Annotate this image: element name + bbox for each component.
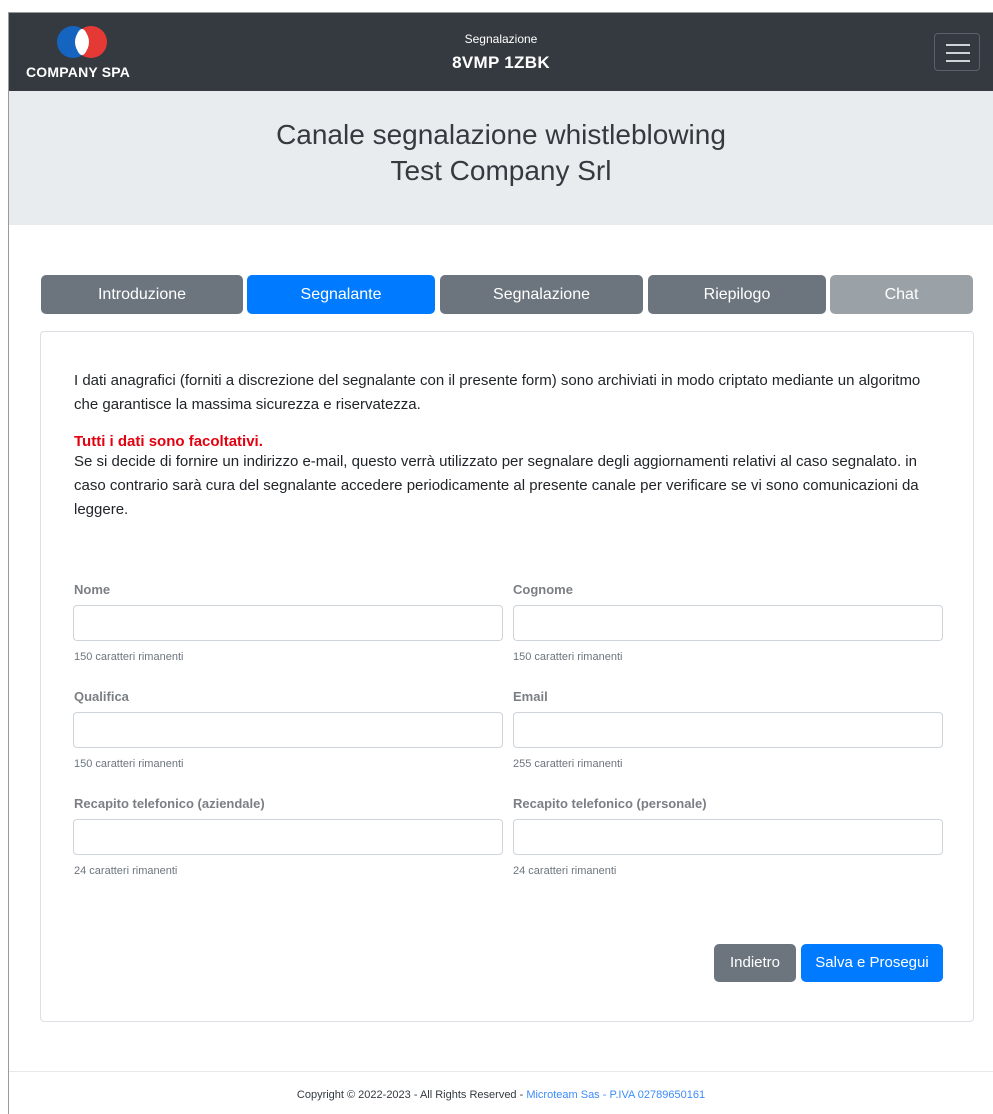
nome-input[interactable] (73, 605, 503, 641)
qualifica-label: Qualifica (74, 689, 129, 704)
form-card: I dati anagrafici (forniti a discrezione… (40, 331, 974, 1022)
hamburger-bar (946, 52, 970, 54)
nome-label: Nome (74, 582, 111, 597)
footer-divider (9, 1071, 993, 1072)
cognome-hint: 150 caratteri rimanenti (513, 651, 623, 663)
nome-hint: 150 caratteri rimanenti (74, 651, 184, 663)
tab-segnalazione[interactable]: Segnalazione (440, 275, 643, 314)
cognome-input[interactable] (513, 605, 943, 641)
tel-aziendale-input[interactable] (73, 819, 503, 855)
footer: Copyright © 2022-2023 - All Rights Reser… (9, 1089, 993, 1101)
cognome-label: Cognome (513, 582, 573, 597)
email-input[interactable] (513, 712, 943, 748)
qualifica-input[interactable] (73, 712, 503, 748)
hamburger-bar (946, 60, 970, 62)
tel-personale-input[interactable] (513, 819, 943, 855)
email-hint: 255 caratteri rimanenti (513, 758, 623, 770)
tel-personale-label: Recapito telefonico (personale) (513, 796, 707, 811)
tel-aziendale-label: Recapito telefonico (aziendale) (74, 796, 265, 811)
case-code: 8VMP 1ZBK (452, 53, 550, 72)
tab-segnalante[interactable]: Segnalante (247, 275, 435, 314)
email-label: Email (513, 689, 548, 704)
tab-riepilogo[interactable]: Riepilogo (648, 275, 826, 314)
hero-company: Test Company Srl (390, 155, 612, 186)
tel-personale-hint: 24 caratteri rimanenti (513, 865, 617, 877)
tab-chat: Chat (830, 275, 973, 314)
hero-banner: Canale segnalazione whistleblowing Test … (9, 91, 993, 225)
back-button[interactable]: Indietro (714, 944, 796, 982)
top-navbar: COMPANY SPA Segnalazione 8VMP 1ZBK (9, 13, 993, 91)
hero-title: Canale segnalazione whistleblowing (276, 119, 726, 150)
tel-aziendale-hint: 24 caratteri rimanenti (74, 865, 178, 877)
page-frame: COMPANY SPA Segnalazione 8VMP 1ZBK Canal… (8, 12, 993, 1114)
qualifica-hint: 150 caratteri rimanenti (74, 758, 184, 770)
email-notice: Se si decide di fornire un indirizzo e-m… (74, 453, 919, 518)
hamburger-icon[interactable] (934, 33, 980, 71)
privacy-notice: I dati anagrafici (forniti a discrezione… (74, 372, 921, 413)
case-label: Segnalazione (464, 32, 538, 46)
footer-copyright: Copyright © 2022-2023 - All Rights Reser… (296, 1089, 527, 1101)
footer-link[interactable]: Microteam Sas - P.IVA 02789650161 (526, 1089, 705, 1101)
save-continue-button[interactable]: Salva e Prosegui (801, 944, 943, 982)
hamburger-bar (946, 44, 970, 46)
tab-introduzione[interactable]: Introduzione (41, 275, 243, 314)
